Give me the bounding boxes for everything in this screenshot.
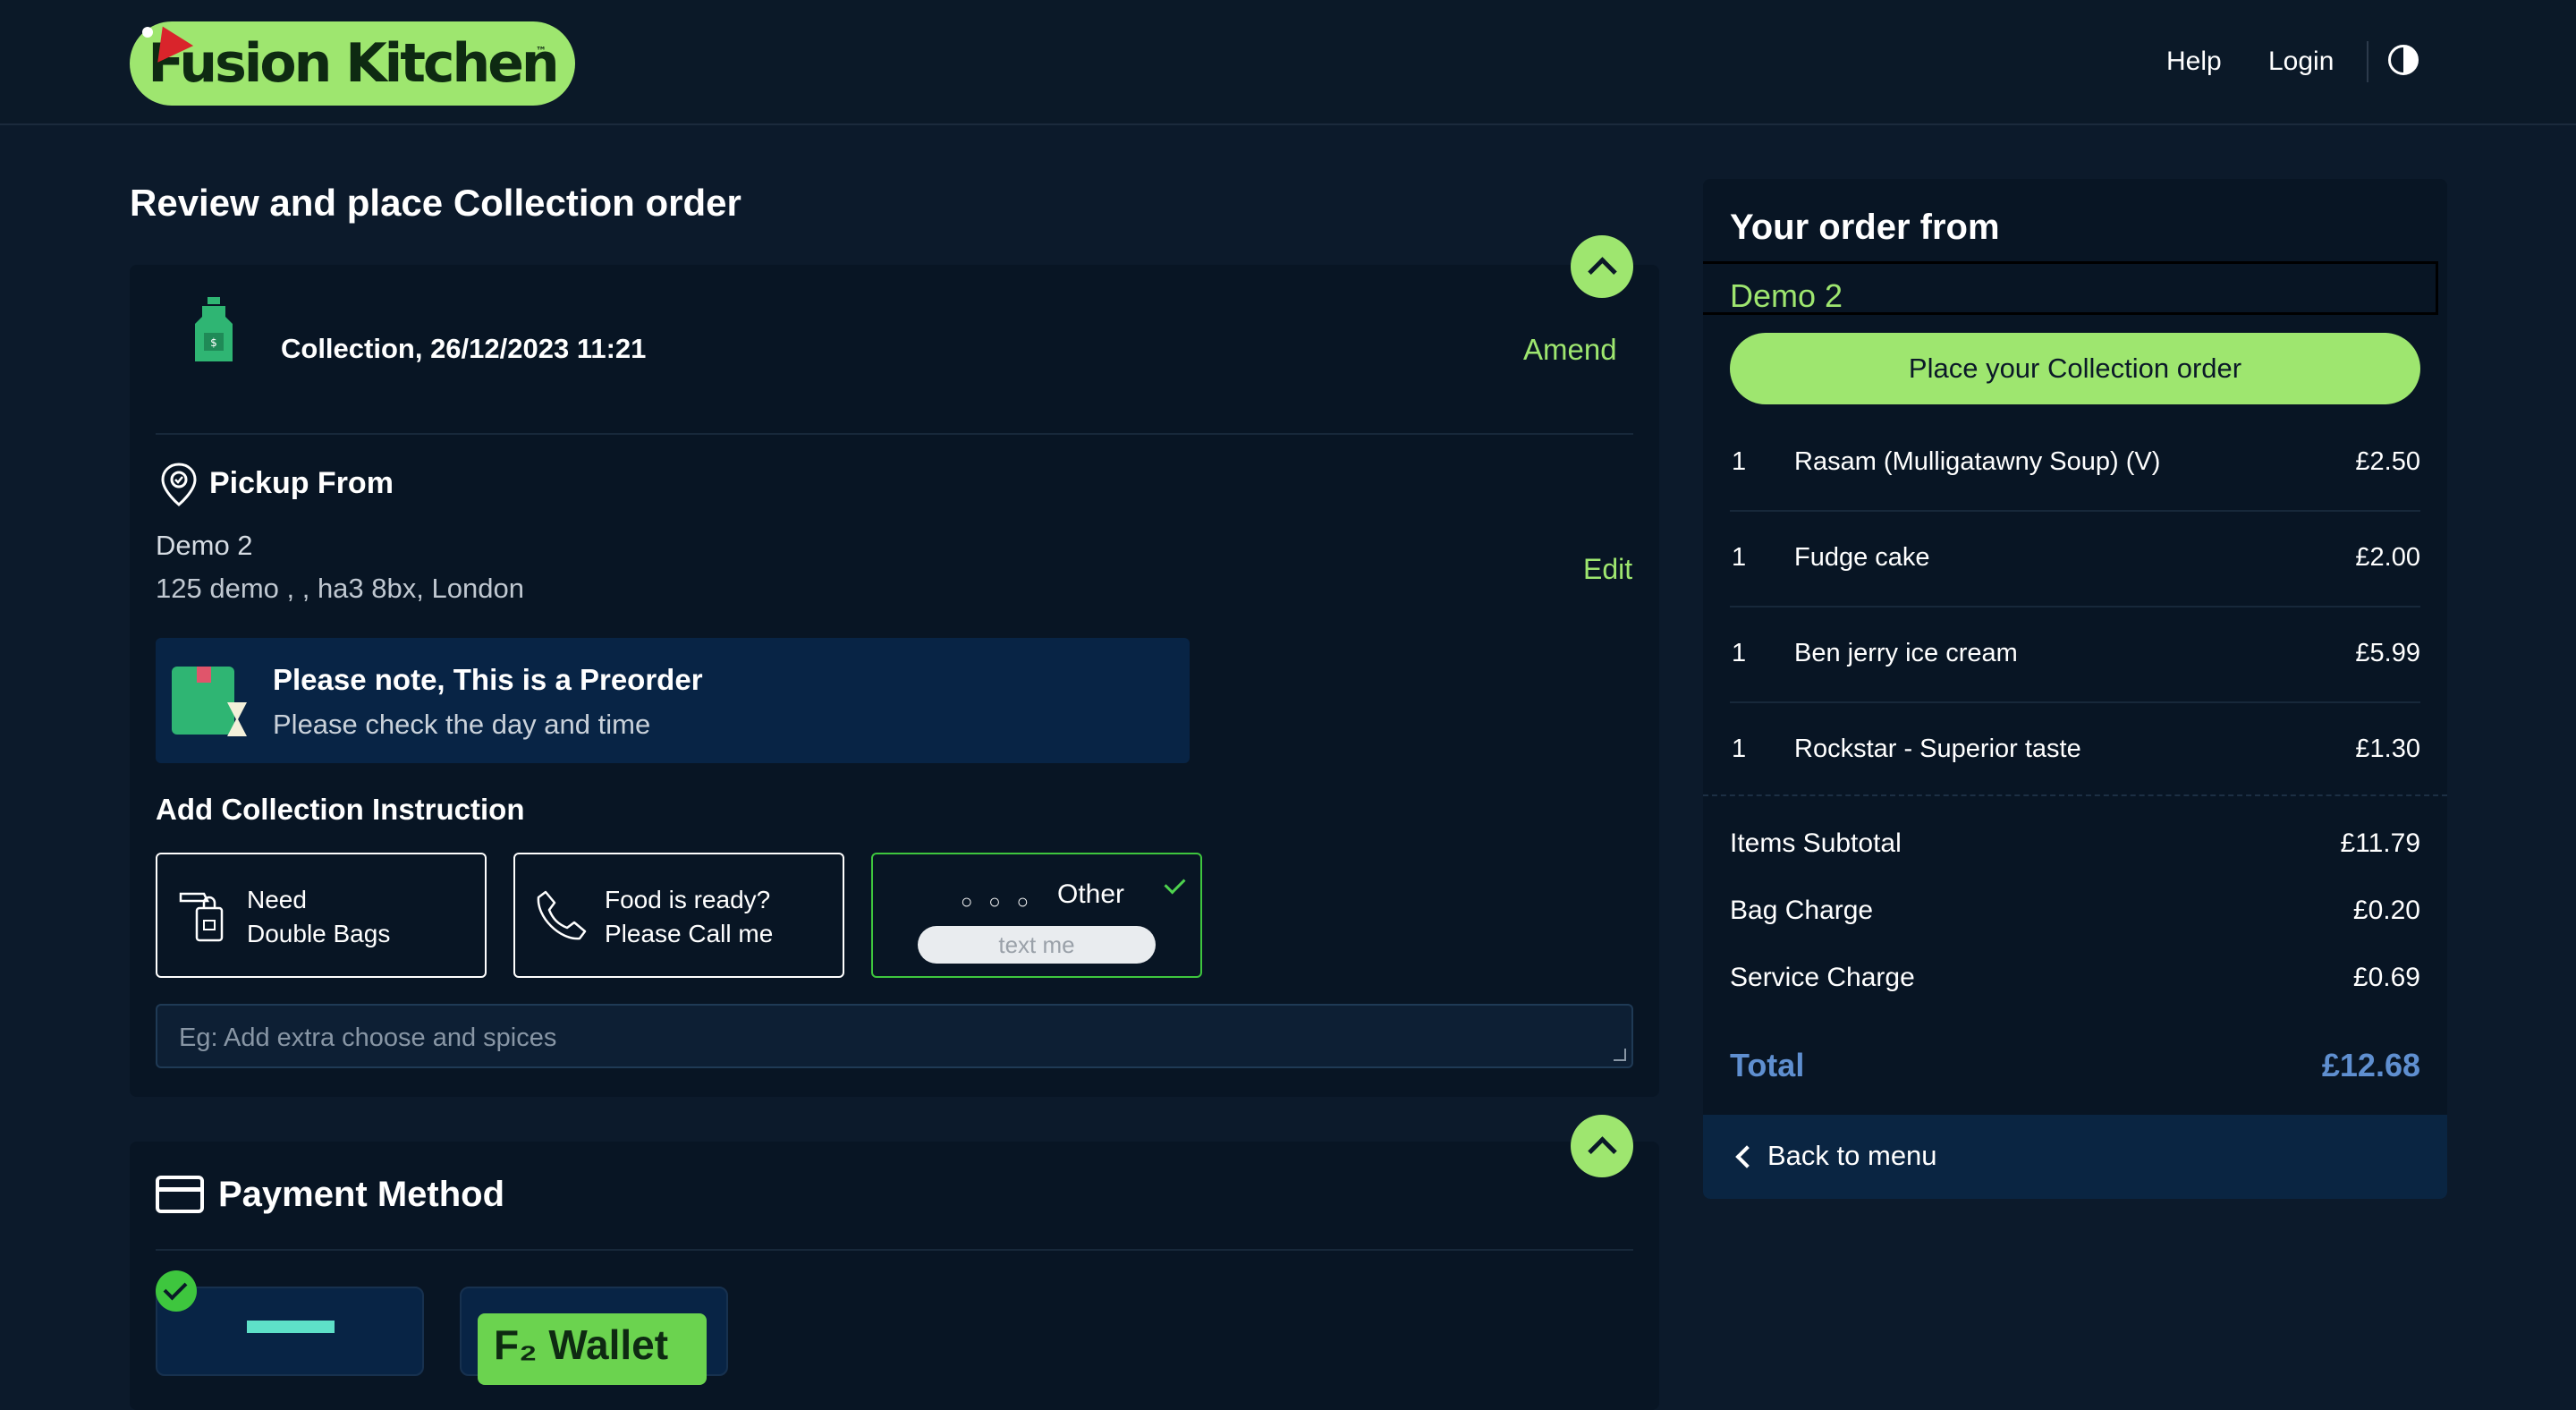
santa-hat-pom (142, 27, 153, 38)
call-me-label: Food is ready? Please Call me (605, 883, 773, 951)
svg-text:$: $ (210, 336, 217, 349)
instruction-title: Add Collection Instruction (156, 793, 525, 826)
summary-divider (1703, 794, 2447, 796)
collapse-payment-button[interactable] (1571, 1115, 1633, 1177)
item-qty: 1 (1732, 447, 1747, 476)
preorder-subtitle: Please check the day and time (273, 709, 651, 740)
item-name: Fudge cake (1794, 543, 1930, 572)
item-qty: 1 (1732, 543, 1747, 572)
item-qty: 1 (1732, 735, 1747, 763)
location-pin-icon (161, 463, 197, 506)
logo-text: Fusion Kitchen (148, 32, 559, 95)
divider (156, 433, 1633, 435)
collection-datetime: Collection, 26/12/2023 11:21 (281, 333, 647, 364)
payment-title: Payment Method (218, 1175, 505, 1214)
chevron-left-icon (1735, 1145, 1758, 1168)
chevron-up-icon (1587, 256, 1617, 286)
chevron-up-icon (1587, 1135, 1617, 1166)
item-name: Rockstar - Superior taste (1794, 735, 2081, 763)
service-charge-label: Service Charge (1730, 963, 1915, 992)
credit-card-icon (156, 1176, 204, 1213)
option-line1: Food is ready? (605, 886, 771, 913)
text-me-pill[interactable]: text me (918, 926, 1156, 964)
item-price: £2.50 (2355, 447, 2420, 476)
option-line1: Need (247, 886, 307, 913)
item-name: Rasam (Mulligatawny Soup) (V) (1794, 447, 2161, 476)
preorder-notice: Please note, This is a Preorder Please c… (156, 638, 1190, 763)
preorder-package-icon (172, 667, 247, 736)
option-line2: Please Call me (605, 920, 774, 947)
collapse-collection-button[interactable] (1571, 235, 1633, 298)
theme-toggle-icon[interactable] (2388, 45, 2419, 75)
order-item-row: 1 Fudge cake £2.00 (1730, 511, 2420, 607)
payment-option-card[interactable] (156, 1287, 424, 1376)
trademark-mark: ™ (536, 45, 547, 57)
brand-logo[interactable]: Fusion Kitchen ™ (130, 18, 575, 106)
hourglass-icon (227, 702, 247, 736)
total-label: Total (1730, 1047, 1805, 1083)
instruction-placeholder: Eg: Add extra choose and spices (179, 1024, 557, 1052)
item-price: £2.00 (2355, 543, 2420, 572)
bag-charge-value: £0.20 (2352, 896, 2420, 925)
back-to-menu-button[interactable]: Back to menu (1703, 1115, 2447, 1199)
pickup-title: Pickup From (209, 466, 394, 500)
package-tag (197, 667, 211, 683)
bags-icon (179, 892, 224, 942)
order-item-row: 1 Rockstar - Superior taste £1.30 (1730, 702, 2420, 797)
nav-divider (2367, 41, 2368, 82)
card-stripe-icon (247, 1321, 335, 1333)
pickup-store-name: Demo 2 (156, 530, 253, 561)
summary-store-link[interactable]: Demo 2 (1730, 277, 1843, 315)
bag-charge-label: Bag Charge (1730, 896, 1874, 925)
double-bags-label: Need Double Bags (247, 883, 390, 951)
other-label: Other (1057, 879, 1125, 909)
amend-link[interactable]: Amend (1523, 333, 1617, 367)
total-value: £12.68 (2321, 1047, 2420, 1083)
subtotal-label: Items Subtotal (1730, 828, 1902, 858)
subtotal-value: £11.79 (2340, 828, 2420, 858)
preorder-title: Please note, This is a Preorder (273, 663, 703, 696)
divider (156, 1249, 1633, 1251)
option-other[interactable]: ○○○ Other text me (871, 853, 1202, 978)
summary-title: Your order from (1730, 208, 2000, 247)
item-qty: 1 (1732, 639, 1747, 667)
help-link[interactable]: Help (2166, 47, 2222, 77)
back-to-menu-label: Back to menu (1767, 1140, 1937, 1171)
resize-handle[interactable] (1614, 1049, 1626, 1061)
collection-bag-icon: $ (195, 297, 233, 361)
option-double-bags[interactable]: Need Double Bags (156, 853, 487, 978)
selected-payment-check-icon (156, 1270, 197, 1312)
top-bar: Fusion Kitchen ™ Help Login (0, 0, 2576, 125)
order-item-row: 1 Rasam (Mulligatawny Soup) (V) £2.50 (1730, 415, 2420, 512)
pickup-address: 125 demo , , ha3 8bx, London (156, 573, 524, 604)
payment-option-wallet[interactable]: F₂ Wallet (460, 1287, 728, 1385)
order-item-row: 1 Ben jerry ice cream £5.99 (1730, 607, 2420, 703)
order-summary-panel: Your order from Demo 2 Place your Collec… (1703, 179, 2447, 1199)
item-name: Ben jerry ice cream (1794, 639, 2018, 667)
instruction-textarea[interactable]: Eg: Add extra choose and spices (156, 1004, 1633, 1068)
more-dots-icon: ○○○ (961, 890, 1045, 913)
wallet-label: F₂ Wallet (478, 1313, 707, 1385)
option-line2: Double Bags (247, 920, 391, 947)
page-title: Review and place Collection order (130, 182, 741, 224)
option-call-me[interactable]: Food is ready? Please Call me (513, 853, 844, 978)
item-price: £1.30 (2355, 735, 2420, 763)
service-charge-value: £0.69 (2352, 963, 2420, 992)
login-link[interactable]: Login (2268, 47, 2334, 77)
place-order-button[interactable]: Place your Collection order (1730, 333, 2420, 404)
item-price: £5.99 (2355, 639, 2420, 667)
selected-check-icon (1164, 872, 1186, 895)
edit-pickup-link[interactable]: Edit (1583, 553, 1632, 586)
phone-icon (537, 890, 587, 940)
